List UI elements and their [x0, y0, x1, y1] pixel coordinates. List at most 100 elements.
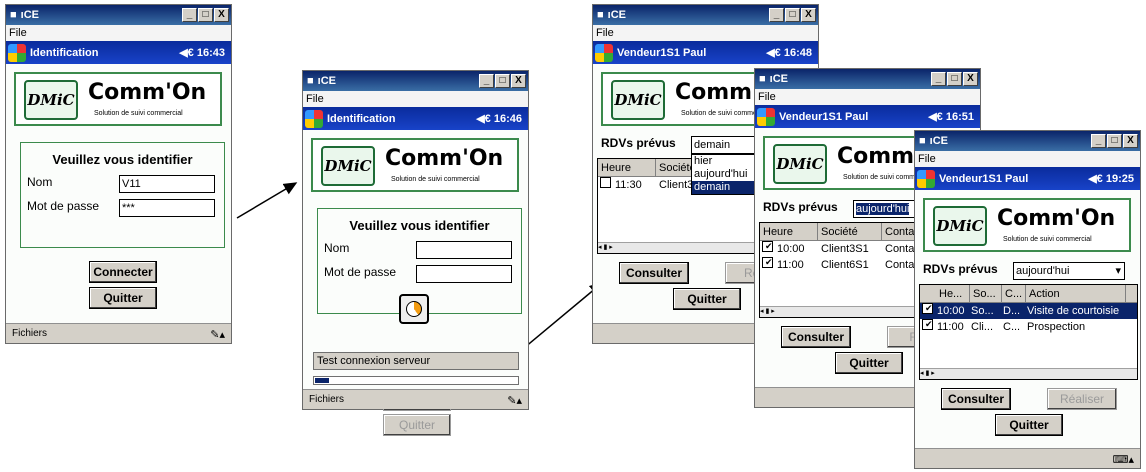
col-societe[interactable]: So... [970, 285, 1002, 302]
col-societe[interactable]: Société [818, 223, 882, 240]
col-heure[interactable]: He... [936, 285, 970, 302]
clock-time: 16:46 [493, 113, 522, 125]
screen-connecting: ■ ıCE _ □ X File Identification ◀€ 16:46 D… [302, 70, 529, 436]
dmic-logo: DMiC [773, 144, 827, 184]
rdv-label: RDVs prévus [763, 200, 838, 214]
minimize-button[interactable]: _ [479, 74, 494, 88]
quitter-button[interactable]: Quitter [995, 414, 1063, 436]
screen-login: ■ ıCE _ □ X File Identification ◀€ 16:43 D… [5, 4, 232, 344]
option-hier[interactable]: hier [692, 155, 754, 168]
fichiers-menu[interactable]: Fichiers [309, 394, 344, 405]
input-pen-icon[interactable]: ✎▴ [210, 326, 225, 345]
connect-button[interactable]: Connecter [89, 261, 157, 283]
maximize-button[interactable]: □ [198, 8, 213, 22]
app-title: ıCE [607, 9, 626, 21]
login-heading: Veuillez vous identifier [349, 218, 490, 233]
maximize-button[interactable]: □ [1107, 134, 1122, 148]
close-button[interactable]: X [511, 74, 526, 88]
maximize-button[interactable]: □ [495, 74, 510, 88]
maximize-button[interactable]: □ [785, 8, 800, 22]
start-flag-icon[interactable] [305, 109, 323, 128]
maximize-button[interactable]: □ [947, 72, 962, 86]
app-title: ıCE [929, 135, 948, 147]
logo-tagline: Solution de suivi commercial [94, 110, 183, 117]
row-client: Client6S1 [821, 259, 869, 271]
row-client: So... [971, 305, 994, 317]
date-select[interactable]: demain [691, 136, 755, 154]
h-scrollbar[interactable]: ◂ ▮ ▸ [920, 368, 1137, 379]
row-checkbox[interactable]: ✔ [922, 319, 933, 330]
menu-file[interactable]: File [6, 25, 231, 41]
consulter-button[interactable]: Consulter [941, 388, 1011, 410]
nom-input[interactable]: V11 [119, 175, 215, 193]
date-select[interactable]: aujourd'hui [853, 200, 917, 218]
nav-bar: Identification ◀€ 16:46 [303, 107, 528, 130]
row-action: Visite de courtoisie [1027, 305, 1120, 317]
option-aujourdhui[interactable]: aujourd'hui [692, 168, 754, 181]
titlebar: ■ ıCE _ □ X [915, 131, 1140, 151]
quit-button[interactable]: Quitter [383, 414, 451, 436]
chevron-down-icon[interactable]: ▾ [1115, 263, 1121, 279]
titlebar: ■ ıCE _ □ X [303, 71, 528, 91]
rdv-grid[interactable]: He... So... C... Action ✔ 10:00 So... D... Visi… [919, 284, 1138, 380]
date-select[interactable]: aujourd'hui ▾ [1013, 262, 1125, 280]
date-select-value: aujourd'hui [1016, 265, 1070, 277]
start-flag-icon[interactable] [8, 43, 26, 62]
minimize-button[interactable]: _ [1091, 134, 1106, 148]
fichiers-menu[interactable]: Fichiers [12, 328, 47, 339]
keyboard-icon[interactable]: ⌨▴ [1113, 451, 1134, 470]
menu-file[interactable]: File [915, 151, 1140, 167]
col-heure[interactable]: Heure [598, 159, 656, 176]
consulter-button[interactable]: Consulter [781, 326, 851, 348]
menu-file[interactable]: File [303, 91, 528, 107]
clock: ◀€ 16:48 [766, 47, 812, 59]
nom-input[interactable] [416, 241, 512, 259]
progress-bar [313, 376, 519, 385]
nav-title: Identification [327, 112, 396, 125]
start-flag-icon[interactable] [595, 43, 613, 62]
close-button[interactable]: X [1123, 134, 1138, 148]
menu-file[interactable]: File [755, 89, 980, 105]
logo-name: Comm'On [88, 80, 207, 105]
nav-title: Vendeur1S1 Paul [939, 172, 1029, 185]
pwd-label: Mot de passe [27, 199, 100, 213]
col-contact[interactable]: C... [1002, 285, 1026, 302]
row-time: 10:00 [777, 243, 805, 255]
table-row[interactable]: ✔ 10:00 So... D... Visite de courtoisie [920, 303, 1137, 319]
row-contact: C... [1003, 321, 1021, 333]
start-flag-icon[interactable] [757, 107, 775, 126]
row-checkbox[interactable]: ✔ [762, 257, 773, 268]
footer: Fichiers ✎▴ [303, 389, 528, 409]
row-checkbox[interactable]: ✔ [922, 303, 933, 314]
option-demain[interactable]: demain [692, 181, 754, 194]
clock: ◀€ 19:25 [1088, 173, 1134, 185]
row-action: Prospection [1027, 321, 1086, 333]
realiser-button[interactable]: Réaliser [1047, 388, 1117, 410]
minimize-button[interactable]: _ [769, 8, 784, 22]
consulter-button[interactable]: Consulter [619, 262, 689, 284]
col-action[interactable]: Action [1026, 285, 1126, 302]
app-icon: ■ [597, 9, 604, 21]
row-client: Client3 [659, 179, 694, 191]
pwd-input[interactable] [416, 265, 512, 283]
minimize-button[interactable]: _ [931, 72, 946, 86]
close-button[interactable]: X [963, 72, 978, 86]
logo-name: Comm'On [997, 206, 1116, 231]
close-button[interactable]: X [214, 8, 229, 22]
quitter-button[interactable]: Quitter [835, 352, 903, 374]
row-checkbox[interactable]: ✔ [762, 241, 773, 252]
minimize-button[interactable]: _ [182, 8, 197, 22]
quit-button[interactable]: Quitter [89, 287, 157, 309]
table-row[interactable]: ✔ 11:00 Cli... C... Prospection [920, 319, 1137, 335]
start-flag-icon[interactable] [917, 169, 935, 188]
date-dropdown[interactable]: hier aujourd'hui demain [691, 154, 755, 195]
nom-label: Nom [27, 175, 53, 189]
quitter-button[interactable]: Quitter [673, 288, 741, 310]
row-checkbox[interactable] [600, 177, 611, 188]
menu-file[interactable]: File [593, 25, 818, 41]
pwd-input[interactable]: *** [119, 199, 215, 217]
col-heure[interactable]: Heure [760, 223, 818, 240]
close-button[interactable]: X [801, 8, 816, 22]
input-pen-icon[interactable]: ✎▴ [507, 392, 522, 411]
screen-rdv-selected: ■ ıCE _ □ X File Vendeur1S1 Paul ◀€ 19:25 … [914, 130, 1141, 469]
